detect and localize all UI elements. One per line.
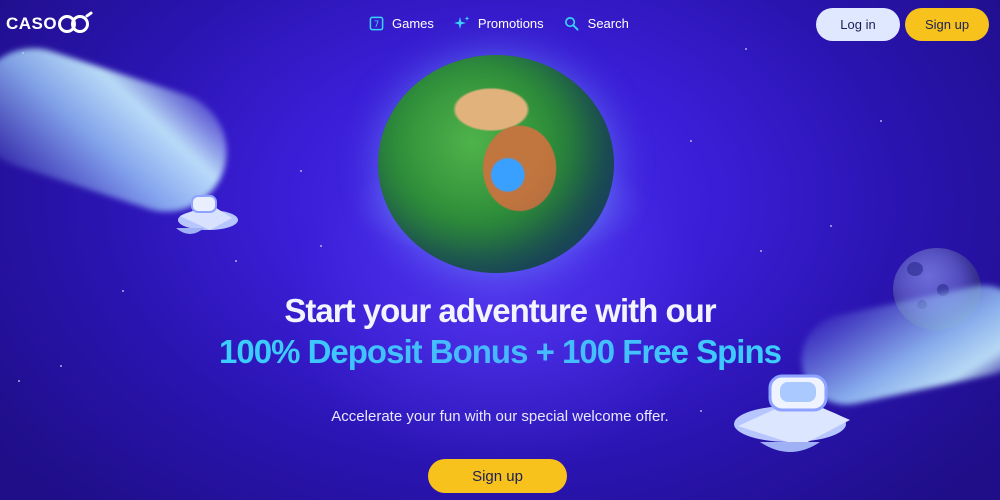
star	[320, 245, 322, 247]
login-button[interactable]: Log in	[816, 8, 900, 41]
hero-title: Start your adventure with our	[284, 292, 716, 329]
signup-button-hero[interactable]: Sign up	[428, 459, 567, 493]
star	[690, 140, 692, 142]
signup-button-header[interactable]: Sign up	[905, 8, 989, 41]
star	[18, 380, 20, 382]
svg-text:7: 7	[373, 18, 378, 28]
spaceship-left-icon	[176, 195, 238, 234]
moon-crater	[907, 262, 923, 276]
logo-ring-icon	[71, 15, 90, 33]
top-navigation-bar: CASO 7 Games Promotions Search Log in Si…	[0, 0, 1000, 48]
brand-logo[interactable]: CASO	[6, 14, 90, 34]
nav-item-label: Search	[587, 15, 629, 31]
sparkle-icon	[453, 15, 470, 31]
hero-description: Accelerate your fun with our special wel…	[331, 408, 669, 425]
hero-bonus-highlight: 100% Deposit Bonus + 100 Free Spins	[0, 333, 1000, 371]
nav-item-label: Promotions	[477, 15, 544, 31]
games-icon: 7	[368, 15, 384, 31]
star	[745, 48, 747, 50]
star	[235, 260, 237, 262]
star	[880, 120, 882, 122]
nav-item-label: Games	[392, 15, 434, 31]
nav-item-promotions[interactable]: Promotions	[453, 15, 544, 31]
nav-item-games[interactable]: 7 Games	[368, 15, 434, 31]
star	[760, 250, 762, 252]
search-icon	[564, 15, 580, 31]
brand-logo-text: CASO	[6, 14, 58, 33]
floating-planet-illustration	[378, 55, 614, 273]
star	[300, 170, 302, 172]
nav-item-search[interactable]: Search	[564, 15, 629, 31]
star	[830, 225, 832, 227]
main-nav: 7 Games Promotions Search	[368, 15, 649, 31]
